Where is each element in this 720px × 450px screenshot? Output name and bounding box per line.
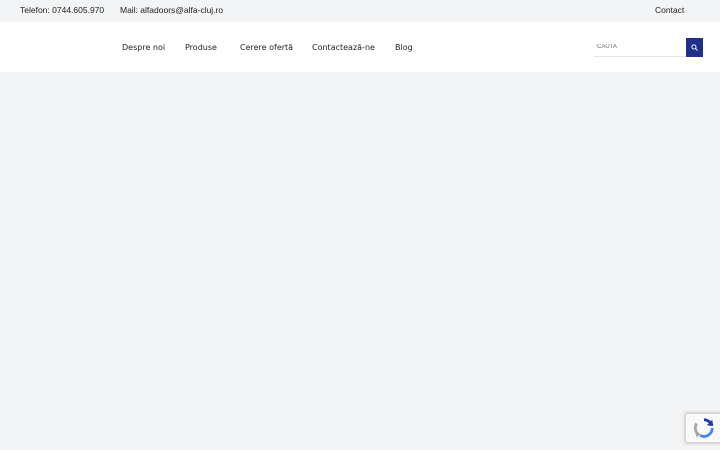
nav-item-blog[interactable]: Blog (395, 42, 413, 53)
search-icon (691, 44, 698, 51)
top-info-bar: Telefon: 0744.605.970 Mail: alfadoors@al… (0, 0, 720, 22)
recaptcha-logo-icon (693, 418, 714, 438)
search-button[interactable] (686, 38, 703, 57)
email-address[interactable]: Mail: alfadoors@alfa-cluj.ro (120, 5, 223, 16)
nav-item-contacteaza-ne[interactable]: Contactează-ne (312, 42, 375, 53)
recaptcha-badge[interactable] (685, 413, 720, 443)
nav-item-cerere-oferta[interactable]: Cerere ofertă (240, 42, 293, 53)
nav-item-despre-noi[interactable]: Despre noi (122, 42, 165, 53)
phone-number[interactable]: Telefon: 0744.605.970 (20, 5, 104, 16)
main-header: Despre noi Produse Cerere ofertă Contact… (0, 22, 720, 72)
search-input[interactable] (594, 38, 686, 57)
contact-link[interactable]: Contact (655, 5, 684, 16)
nav-item-produse[interactable]: Produse (185, 42, 217, 53)
